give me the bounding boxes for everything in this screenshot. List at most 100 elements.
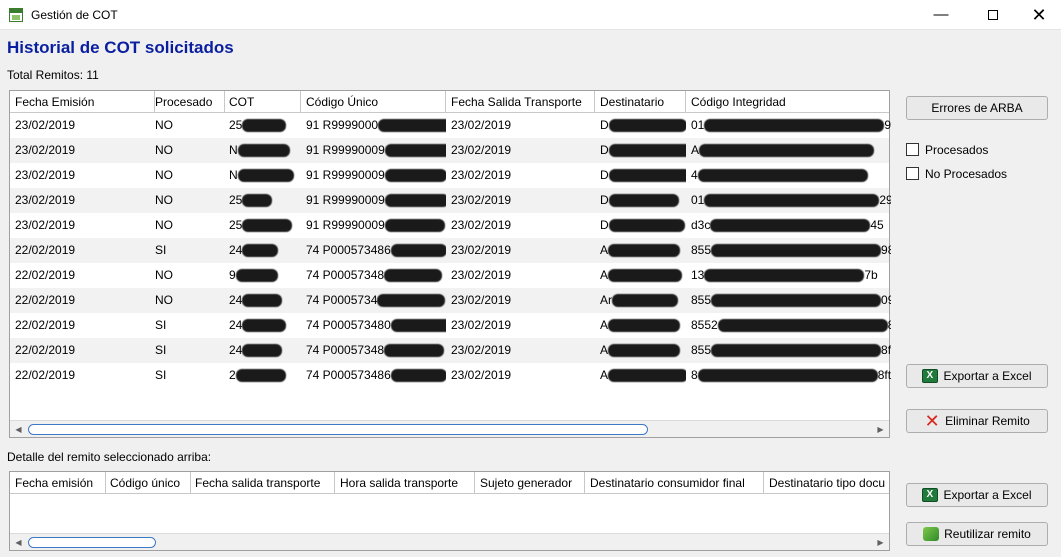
cell-codigo-integridad-tail-text: 098ft (881, 293, 891, 307)
cell-procesado: NO (150, 263, 224, 288)
horizontal-scrollbar[interactable]: ◀ ▶ (10, 420, 889, 437)
cell-fecha-salida-text: 23/02/2019 (451, 218, 512, 232)
maximize-icon (988, 10, 998, 21)
detail-scroll-left-icon[interactable]: ◀ (10, 534, 27, 551)
cell-codigo-unico: 91 R99990009 (301, 213, 446, 238)
scroll-left-icon[interactable]: ◀ (10, 421, 27, 438)
table-header: Fecha Emisión Procesado COT Código Único… (10, 91, 889, 113)
no-procesados-checkbox[interactable]: No Procesados (906, 166, 1007, 182)
cot-history-table[interactable]: Fecha Emisión Procesado COT Código Único… (9, 90, 891, 438)
cell-cot-text: 9 (229, 268, 236, 282)
redaction-mark (608, 144, 686, 158)
cell-codigo-integridad-tail-text: 7b (864, 268, 878, 282)
detail-scrollbar-thumb[interactable] (28, 537, 156, 548)
detail-horizontal-scrollbar[interactable]: ◀ ▶ (10, 533, 889, 550)
errores-arba-button[interactable]: Errores de ARBA (906, 96, 1048, 120)
detail-label: Detalle del remito seleccionado arriba: (7, 450, 212, 464)
cell-destinatario-text: D (600, 118, 609, 132)
detail-column-hora-salida[interactable]: Hora salida transporte (335, 472, 475, 494)
redaction-mark (608, 119, 686, 133)
table-row[interactable]: 22/02/2019 SI 24 74 P00057348 23/02/2019 A 855… (10, 338, 891, 363)
cell-fecha-salida: 23/02/2019 (446, 138, 595, 163)
redaction-mark (384, 169, 446, 183)
cell-codigo-integridad: 8552 8ft (686, 313, 891, 338)
detail-column-tipo-documento[interactable]: Destinatario tipo docu (764, 472, 891, 494)
table-row[interactable]: 23/02/2019 NO 25 91 R9999000 23/02/2019 D 01 97 (10, 113, 891, 138)
redaction-mark (704, 194, 880, 208)
maximize-button[interactable] (970, 0, 1016, 30)
detail-column-sujeto-generador[interactable]: Sujeto generador (475, 472, 585, 494)
column-header-destinatario[interactable]: Destinatario (595, 91, 686, 113)
cell-codigo-unico-text: 91 R99990009 (306, 193, 385, 207)
redaction-mark (390, 319, 446, 333)
cell-codigo-unico: 91 R99990009 (301, 138, 446, 163)
no-procesados-checkbox-box[interactable] (906, 167, 919, 181)
cell-codigo-integridad-tail-text: 8ft (881, 343, 891, 357)
redaction-mark (699, 144, 875, 158)
cell-fecha-salida-text: 23/02/2019 (451, 343, 512, 357)
detail-column-fecha-salida[interactable]: Fecha salida transporte (190, 472, 335, 494)
eliminar-remito-button[interactable]: ✕ Eliminar Remito (906, 409, 1048, 433)
detail-column-fecha-emision[interactable]: Fecha emisión (10, 472, 106, 494)
scrollbar-thumb[interactable] (28, 424, 648, 435)
cell-fecha-emision: 23/02/2019 (10, 188, 150, 213)
redaction-mark (608, 194, 679, 208)
column-header-fecha-emision[interactable]: Fecha Emisión (10, 91, 155, 113)
cell-codigo-unico-text: 91 R99990009 (306, 143, 385, 157)
procesados-checkbox-box[interactable] (906, 143, 919, 157)
table-row[interactable]: 22/02/2019 SI 24 74 P000573486 23/02/2019 A 85… (10, 238, 891, 263)
redaction-mark (384, 269, 443, 283)
cell-cot-text: N (229, 143, 238, 157)
cell-cot-text: 25 (229, 118, 243, 132)
exportar-excel-detail-button[interactable]: Exportar a Excel (906, 483, 1048, 507)
cell-fecha-emision-text: 23/02/2019 (15, 143, 76, 157)
cell-codigo-integridad: 4 (686, 163, 891, 188)
column-header-codigo-unico[interactable]: Código Único (301, 91, 446, 113)
detail-column-consumidor-final[interactable]: Destinatario consumidor final (585, 472, 764, 494)
column-header-cot[interactable]: COT (224, 91, 301, 113)
table-row[interactable]: 22/02/2019 SI 24 74 P000573480 23/02/2019 A 85… (10, 313, 891, 338)
procesados-checkbox[interactable]: Procesados (906, 142, 988, 158)
cell-fecha-emision: 22/02/2019 (10, 313, 150, 338)
close-button[interactable]: ✕ (1016, 0, 1061, 30)
cell-cot-text: 25 (229, 218, 243, 232)
table-row[interactable]: 23/02/2019 NO N 91 R99990009 23/02/2019 D 4 (10, 163, 889, 188)
table-row[interactable]: 22/02/2019 SI 2 74 P000573486 23/02/2019 A 8 8f… (10, 363, 891, 388)
redaction-mark (390, 369, 446, 383)
cell-fecha-salida: 23/02/2019 (446, 313, 595, 338)
redaction-mark (242, 219, 293, 233)
cell-cot-text: N (229, 168, 238, 182)
cell-codigo-integridad-tail-text: 8ft (877, 368, 891, 382)
cell-procesado: SI (150, 238, 224, 263)
cell-procesado-text: SI (155, 343, 167, 357)
cell-destinatario: A (595, 313, 686, 338)
cell-codigo-integridad-tail-text: 45 (870, 218, 884, 232)
column-header-fecha-salida[interactable]: Fecha Salida Transporte (446, 91, 595, 113)
exportar-excel-button[interactable]: Exportar a Excel (906, 364, 1048, 388)
column-header-codigo-integridad[interactable]: Código Integridad (686, 91, 891, 113)
redaction-mark (608, 344, 681, 358)
scroll-right-icon[interactable]: ▶ (872, 421, 889, 438)
table-row[interactable]: 23/02/2019 NO N 91 R99990009 23/02/2019 D A (10, 138, 889, 163)
table-row[interactable]: 22/02/2019 NO 24 74 P0005734 23/02/2019 Ar 855… (10, 288, 891, 313)
cell-fecha-emision-text: 22/02/2019 (15, 243, 76, 257)
column-header-procesado[interactable]: Procesado (150, 91, 225, 113)
delete-x-icon: ✕ (924, 410, 940, 431)
table-row[interactable]: 23/02/2019 NO 25 91 R99990009 23/02/2019 D 01 2… (10, 188, 891, 213)
cell-fecha-salida: 23/02/2019 (446, 263, 595, 288)
cell-codigo-integridad: 855 098ft (686, 288, 891, 313)
redaction-mark (237, 169, 294, 183)
redaction-mark (242, 319, 287, 333)
cell-fecha-salida-text: 23/02/2019 (451, 368, 512, 382)
reutilizar-remito-button[interactable]: Reutilizar remito (906, 522, 1048, 546)
detail-scroll-right-icon[interactable]: ▶ (872, 534, 889, 551)
minimize-button[interactable]: — (918, 0, 964, 30)
cell-procesado-text: NO (155, 118, 173, 132)
redaction-mark (242, 344, 283, 358)
table-row[interactable]: 22/02/2019 NO 9 74 P00057348 23/02/2019 A 13 7b (10, 263, 889, 288)
table-row[interactable]: 23/02/2019 NO 25 91 R99990009 23/02/2019 Dd3c… (10, 213, 889, 238)
detail-table[interactable]: Fecha emisión Código único Fecha salida … (9, 471, 890, 551)
cell-fecha-emision-text: 22/02/2019 (15, 268, 76, 282)
detail-column-codigo-unico[interactable]: Código único (105, 472, 191, 494)
cell-cot: N (224, 138, 301, 163)
